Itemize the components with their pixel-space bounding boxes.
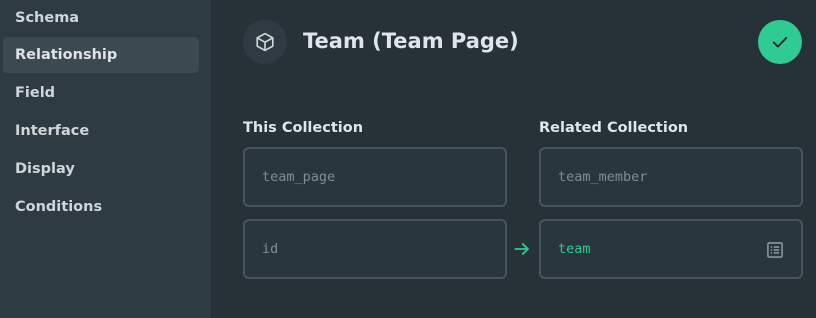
save-button[interactable] [758, 20, 802, 64]
this-collection-placeholder: team_page [262, 169, 336, 185]
related-field-value: team [558, 241, 591, 257]
cube-icon [243, 20, 287, 64]
sidebar-item-schema[interactable]: Schema [3, 0, 199, 36]
page-title: Team (Team Page) [303, 29, 519, 53]
sidebar-item-display[interactable]: Display [3, 151, 199, 187]
related-collection-input[interactable]: team_member [539, 147, 803, 207]
list-alt-icon[interactable] [765, 240, 785, 260]
related-collection-label: Related Collection [539, 120, 689, 136]
sidebar-item-conditions[interactable]: Conditions [3, 189, 199, 225]
sidebar-item-field[interactable]: Field [3, 75, 199, 111]
sidebar-item-relationship[interactable]: Relationship [3, 37, 199, 73]
main-panel: Team (Team Page) This Collection Related… [211, 0, 816, 318]
arrow-right-icon [511, 238, 533, 260]
check-icon [772, 36, 788, 48]
sidebar: Schema Relationship Field Interface Disp… [0, 0, 211, 318]
related-field-select[interactable]: team [539, 219, 803, 279]
this-field-placeholder: id [262, 241, 279, 257]
this-field-input[interactable]: id [243, 219, 507, 279]
related-collection-placeholder: team_member [558, 169, 648, 185]
this-collection-input[interactable]: team_page [243, 147, 507, 207]
this-collection-label: This Collection [243, 120, 364, 136]
sidebar-item-interface[interactable]: Interface [3, 113, 199, 149]
